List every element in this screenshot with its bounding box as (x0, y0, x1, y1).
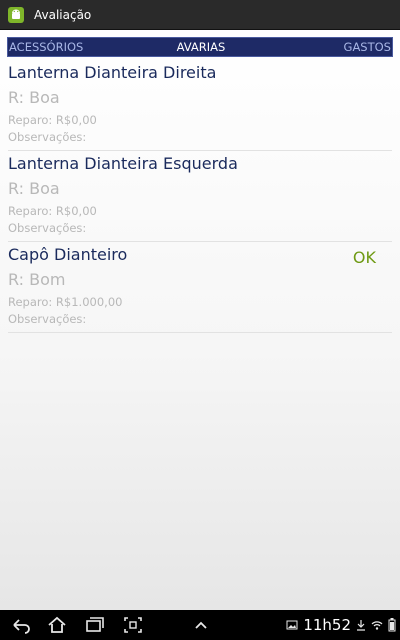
item-title: Lanterna Dianteira Direita (8, 63, 217, 82)
item-observations: Observações: (8, 312, 87, 326)
tab-strip: AVARIAS ACESSÓRIOS GASTOS (7, 37, 393, 57)
item-observations: Observações: (8, 221, 87, 235)
system-bar: 11h52 (0, 610, 400, 640)
item-title: Lanterna Dianteira Esquerda (8, 154, 238, 173)
menu-up-icon[interactable] (190, 616, 212, 634)
damage-list: Lanterna Dianteira Direita R: Boa Reparo… (8, 60, 392, 333)
gallery-icon (286, 620, 298, 630)
wifi-icon (371, 621, 383, 630)
screenshot-icon[interactable] (122, 616, 144, 634)
item-title: Capô Dianteiro (8, 245, 128, 264)
tab-gastos[interactable]: GASTOS (344, 38, 391, 56)
recent-apps-icon[interactable] (84, 616, 106, 634)
item-observations: Observações: (8, 130, 87, 144)
item-repair-cost: Reparo: R$0,00 (8, 204, 97, 218)
tab-acessorios[interactable]: ACESSÓRIOS (9, 38, 83, 56)
android-robot-icon (8, 6, 24, 23)
app-title: Avaliação (34, 7, 92, 22)
list-item[interactable]: Lanterna Dianteira Esquerda R: Boa Repar… (8, 151, 392, 242)
item-status: R: Boa (8, 179, 60, 198)
ok-badge: OK (352, 248, 376, 267)
list-item[interactable]: Lanterna Dianteira Direita R: Boa Reparo… (8, 60, 392, 151)
item-repair-cost: Reparo: R$1.000,00 (8, 295, 123, 309)
list-item[interactable]: Capô Dianteiro OK R: Bom Reparo: R$1.000… (8, 242, 392, 333)
content-area: AVARIAS ACESSÓRIOS GASTOS Lanterna Diant… (0, 30, 400, 610)
item-status: R: Boa (8, 88, 60, 107)
back-icon[interactable] (10, 616, 32, 634)
clock: 11h52 (303, 616, 351, 634)
title-bar: Avaliação (0, 0, 400, 30)
home-icon[interactable] (46, 616, 68, 634)
tab-avarias-label[interactable]: AVARIAS (177, 40, 226, 54)
download-icon (357, 620, 365, 631)
battery-icon (388, 618, 396, 632)
status-area: 11h52 (286, 610, 396, 640)
item-status: R: Bom (8, 270, 66, 289)
item-repair-cost: Reparo: R$0,00 (8, 113, 97, 127)
